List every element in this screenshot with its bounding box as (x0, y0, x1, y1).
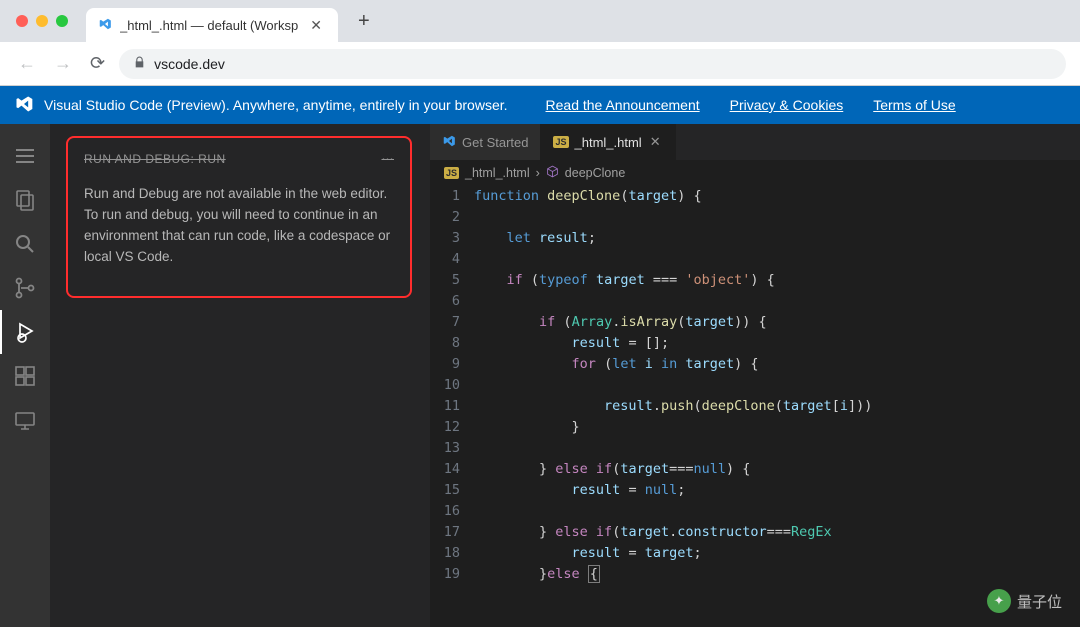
tab-html-file[interactable]: JS _html_.html ✕ (541, 124, 675, 160)
tab-strip: _html_.html — default (Worksp ✕ + (0, 0, 1080, 42)
banner-link-announcement[interactable]: Read the Announcement (546, 97, 700, 113)
tab-get-started[interactable]: Get Started (430, 124, 541, 160)
js-icon: JS (553, 136, 568, 148)
activity-bar (0, 124, 50, 627)
editor-group: Get Started JS _html_.html ✕ JS _html_.h… (430, 124, 1080, 627)
debug-callout: RUN AND DEBUG: RUN ⋯ Run and Debug are n… (66, 136, 412, 298)
tab-label: Get Started (462, 135, 528, 150)
menu-icon[interactable] (0, 134, 50, 178)
editor-tab-bar: Get Started JS _html_.html ✕ (430, 124, 1080, 160)
browser-tab-title: _html_.html — default (Worksp (120, 18, 298, 33)
extensions-icon[interactable] (0, 354, 50, 398)
maximize-window-button[interactable] (56, 15, 68, 27)
url-text: vscode.dev (154, 56, 225, 72)
symbol-icon (546, 165, 559, 181)
code-content[interactable]: function deepClone(target) { let result;… (474, 186, 1080, 627)
line-numbers: 12345678910111213141516171819 (430, 186, 474, 627)
browser-chrome: _html_.html — default (Worksp ✕ + (0, 0, 1080, 42)
banner-link-terms[interactable]: Terms of Use (873, 97, 955, 113)
vscode-icon (14, 94, 34, 117)
js-icon: JS (444, 167, 459, 179)
watermark-text: 量子位 (1017, 591, 1062, 612)
remote-icon[interactable] (0, 398, 50, 442)
code-editor[interactable]: 12345678910111213141516171819 function d… (430, 186, 1080, 627)
vscode-icon (98, 17, 112, 34)
explorer-icon[interactable] (0, 178, 50, 222)
wechat-icon: ✦ (987, 589, 1011, 613)
lock-icon (133, 56, 146, 72)
debug-unavailable-message: Run and Debug are not available in the w… (84, 184, 394, 268)
announcement-banner: Visual Studio Code (Preview). Anywhere, … (0, 86, 1080, 124)
new-tab-button[interactable]: + (350, 6, 378, 37)
source-control-icon[interactable] (0, 266, 50, 310)
chevron-right-icon: › (536, 166, 540, 180)
back-button[interactable]: ← (14, 49, 40, 78)
browser-toolbar: ← → ⟳ vscode.dev (0, 42, 1080, 86)
breadcrumb-symbol: deepClone (565, 166, 625, 180)
close-tab-icon[interactable]: ✕ (648, 134, 663, 150)
forward-button[interactable]: → (50, 49, 76, 78)
reload-button[interactable]: ⟳ (86, 49, 109, 78)
breadcrumb-file: _html_.html (465, 166, 530, 180)
breadcrumbs[interactable]: JS _html_.html › deepClone (430, 160, 1080, 186)
window-controls (16, 15, 68, 27)
close-tab-icon[interactable]: ✕ (306, 15, 326, 36)
search-icon[interactable] (0, 222, 50, 266)
address-bar[interactable]: vscode.dev (119, 49, 1066, 79)
watermark: ✦ 量子位 (987, 589, 1062, 613)
minimize-window-button[interactable] (36, 15, 48, 27)
run-debug-icon[interactable] (0, 310, 50, 354)
debug-sidebar: RUN AND DEBUG: RUN ⋯ Run and Debug are n… (50, 124, 430, 627)
banner-link-privacy[interactable]: Privacy & Cookies (730, 97, 844, 113)
browser-tab[interactable]: _html_.html — default (Worksp ✕ (86, 8, 338, 42)
debug-panel-title: RUN AND DEBUG: RUN ⋯ (84, 152, 394, 166)
banner-text: Visual Studio Code (Preview). Anywhere, … (44, 97, 508, 113)
vscode-icon (442, 134, 456, 151)
close-window-button[interactable] (16, 15, 28, 27)
tab-label: _html_.html (575, 135, 642, 150)
